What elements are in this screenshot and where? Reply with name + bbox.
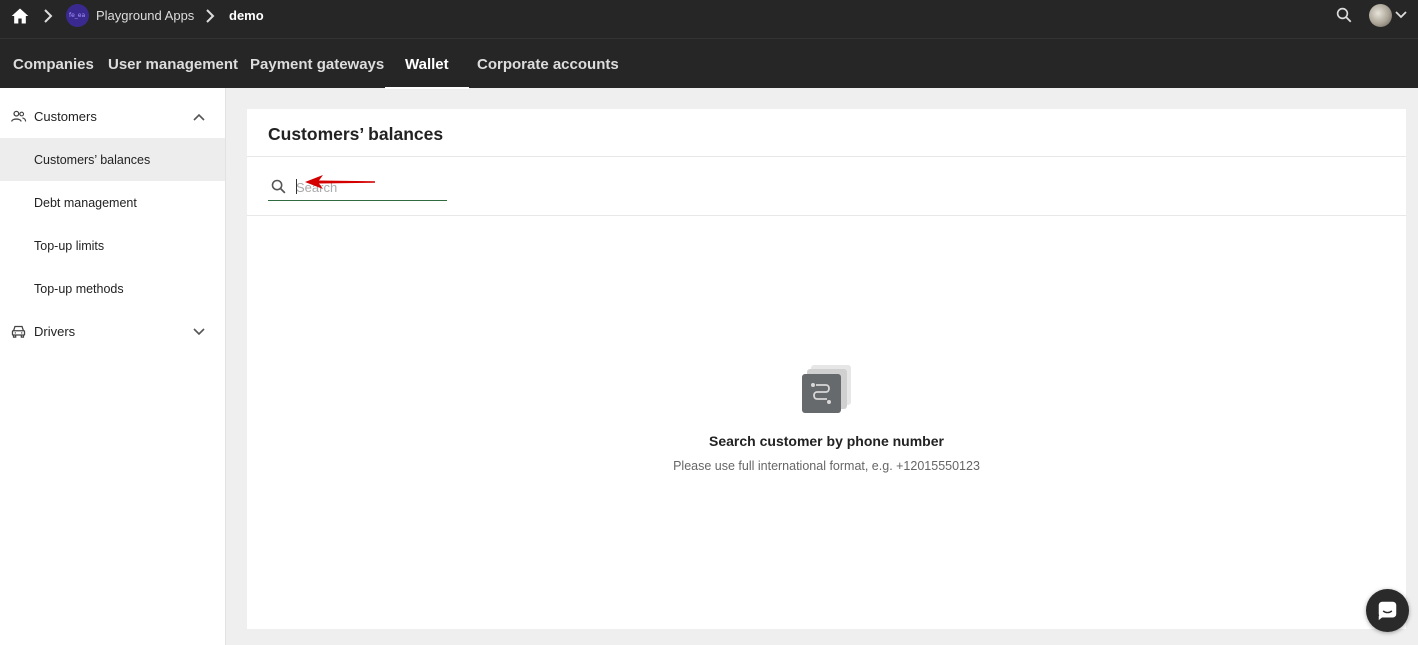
- sidebar: Customers Customers’ balances Debt manag…: [0, 88, 226, 645]
- tab-corporate-accounts[interactable]: Corporate accounts: [477, 39, 619, 89]
- sidebar-item-customers-balances[interactable]: Customers’ balances: [0, 138, 225, 181]
- home-icon[interactable]: [10, 6, 30, 26]
- empty-state-title: Search customer by phone number: [709, 433, 944, 449]
- chat-widget-button[interactable]: [1366, 589, 1409, 632]
- sidebar-group-customers[interactable]: Customers: [0, 95, 225, 138]
- divider: [247, 156, 1406, 157]
- tab-companies[interactable]: Companies: [13, 39, 94, 89]
- customers-balances-panel: Customers’ balances Search customer by p…: [247, 109, 1406, 629]
- text-caret: [296, 179, 297, 194]
- breadcrumb-project[interactable]: demo: [229, 8, 264, 23]
- breadcrumb-app[interactable]: Playground Apps: [96, 8, 194, 23]
- chevron-right-icon: [44, 9, 53, 23]
- chevron-down-icon: [193, 327, 205, 335]
- chat-icon: [1378, 601, 1397, 621]
- car-icon: [11, 325, 26, 338]
- sidebar-group-drivers[interactable]: Drivers: [0, 310, 225, 353]
- top-bar: fe_ea Playground Apps demo: [0, 0, 1418, 38]
- empty-state-subtitle: Please use full international format, e.…: [673, 459, 980, 473]
- sidebar-item-top-up-methods[interactable]: Top-up methods: [0, 267, 225, 310]
- divider: [247, 215, 1406, 216]
- sidebar-group-label: Customers: [34, 109, 97, 124]
- sidebar-group-label: Drivers: [34, 324, 76, 339]
- annotation-arrow-icon: [305, 175, 375, 189]
- app-logo[interactable]: fe_ea: [66, 4, 89, 27]
- app-logo-text: fe_ea: [69, 12, 86, 19]
- tab-wallet[interactable]: Wallet: [385, 39, 469, 89]
- chevron-right-icon: [206, 9, 215, 23]
- main-navigation: Companies User management Payment gatewa…: [0, 38, 1418, 89]
- chevron-down-icon[interactable]: [1395, 11, 1407, 19]
- sidebar-item-debt-management[interactable]: Debt management: [0, 181, 225, 224]
- user-avatar[interactable]: [1369, 4, 1392, 27]
- search-icon: [271, 179, 286, 194]
- chevron-up-icon: [193, 113, 205, 121]
- sidebar-item-top-up-limits[interactable]: Top-up limits: [0, 224, 225, 267]
- tab-user-management[interactable]: User management: [108, 39, 238, 89]
- route-icon: [802, 365, 851, 413]
- page-title: Customers’ balances: [268, 124, 444, 144]
- search-icon[interactable]: [1335, 6, 1353, 24]
- people-icon: [11, 110, 27, 122]
- tab-payment-gateways[interactable]: Payment gateways: [250, 39, 384, 89]
